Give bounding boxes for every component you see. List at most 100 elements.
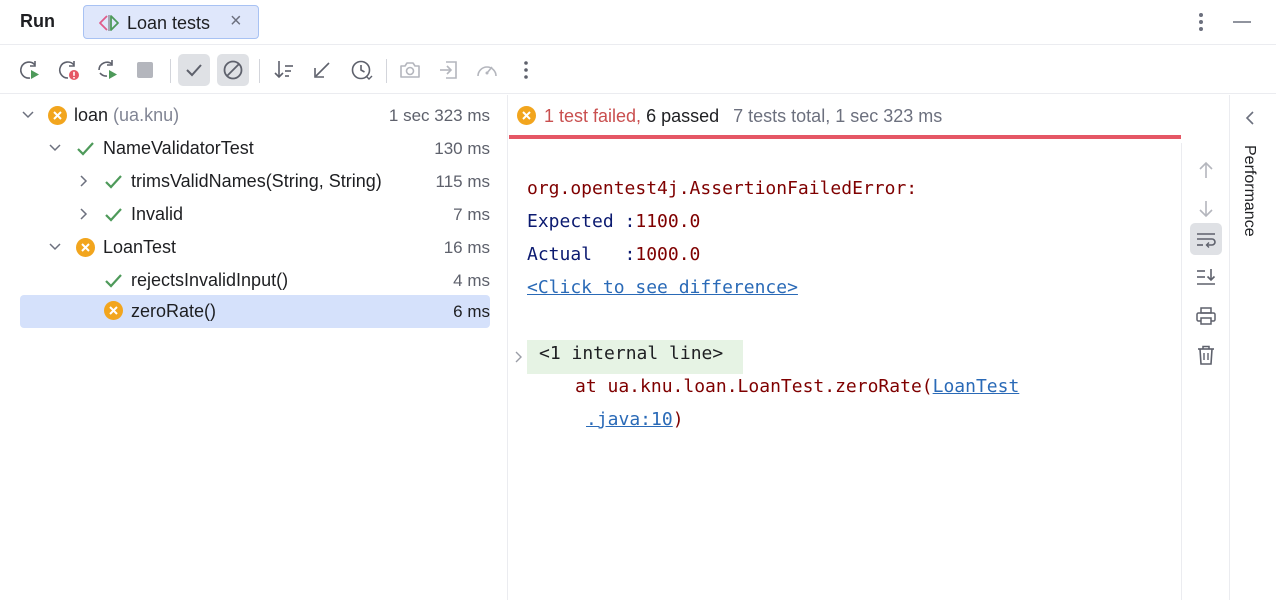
chevron-right-icon[interactable] <box>513 350 525 364</box>
duration: 7 ms <box>453 205 490 224</box>
show-ignored-button[interactable] <box>217 54 249 86</box>
toolbar-separator <box>170 59 171 83</box>
toggle-auto-test-button[interactable] <box>91 54 123 86</box>
scroll-to-end-icon <box>1197 269 1216 285</box>
tree-row-label: zeroRate() <box>131 301 217 321</box>
passed-count: 6 passed <box>646 106 720 126</box>
side-tool-strip: Performance <box>1229 95 1276 600</box>
checkmark-icon <box>186 64 202 77</box>
close-icon[interactable]: × <box>230 11 242 31</box>
failed-icon <box>48 106 67 125</box>
clear-all-button[interactable] <box>1190 339 1222 371</box>
chevron-right-icon[interactable] <box>75 173 91 189</box>
show-passed-button[interactable] <box>178 54 210 86</box>
duration: 6 ms <box>453 302 490 321</box>
tab-label: Loan tests <box>127 13 211 33</box>
chevron-down-icon[interactable] <box>20 107 36 123</box>
chevron-down-icon[interactable] <box>47 239 63 255</box>
toggle-auto-test-icon <box>98 60 117 79</box>
test-config-icon <box>99 15 119 31</box>
duration: 130 ms <box>434 139 490 158</box>
test-summary-text: 1 test failed, 6 passed 7 tests total, 1 … <box>544 106 942 127</box>
minimize-icon[interactable] <box>1230 12 1254 32</box>
print-icon <box>1196 307 1216 325</box>
more-toolbar-button[interactable] <box>510 54 542 86</box>
chevron-down-icon[interactable] <box>47 140 63 156</box>
duration: 4 ms <box>453 271 490 290</box>
history-icon <box>351 60 373 80</box>
tool-window-header: Run Loan tests × <box>0 0 1276 45</box>
failed-icon <box>76 238 95 257</box>
total-count: 7 tests total, 1 sec 323 ms <box>733 106 943 126</box>
test-output-panel: 1 test failed, 6 passed 7 tests total, 1 … <box>509 95 1229 600</box>
tree-row-trims-valid-names[interactable]: trimsValidNames(String, String) 115 ms <box>20 165 490 198</box>
duration: 16 ms <box>443 238 490 257</box>
click-to-see-difference-link[interactable]: <Click to see difference> <box>527 277 798 298</box>
rerun-icon <box>20 61 39 79</box>
arrow-up-icon <box>1199 161 1213 178</box>
collapse-icon <box>314 62 330 78</box>
chevron-left-icon[interactable] <box>1242 109 1258 127</box>
failed-icon <box>517 106 536 125</box>
print-button[interactable] <box>1190 300 1222 332</box>
stop-icon <box>137 62 153 78</box>
toolbar-separator <box>259 59 260 83</box>
passed-icon <box>105 208 122 222</box>
snapshot-button[interactable] <box>394 54 426 86</box>
tree-row-loan[interactable]: loan (ua.knu) 1 sec 323 ms <box>20 99 490 132</box>
camera-icon <box>400 62 420 78</box>
performance-button[interactable] <box>471 54 503 86</box>
tab-loan-tests[interactable]: Loan tests × <box>83 5 259 39</box>
trash-icon <box>1198 345 1214 365</box>
file-link[interactable]: LoanTest <box>933 376 1020 397</box>
passed-icon <box>105 274 122 288</box>
stack-frame-line: at ua.knu.loan.LoanTest.zeroRate(LoanTes… <box>575 376 1020 397</box>
previous-button[interactable] <box>1190 154 1222 186</box>
expected-line: Expected :1100.0 <box>527 211 701 232</box>
file-link[interactable]: .java:10 <box>586 409 673 430</box>
collapse-all-button[interactable] <box>306 54 338 86</box>
passed-icon <box>105 175 122 189</box>
rerun-button[interactable] <box>13 54 45 86</box>
chevron-right-icon[interactable] <box>75 206 91 222</box>
scroll-to-end-button[interactable] <box>1190 261 1222 293</box>
test-tree: loan (ua.knu) 1 sec 323 ms NameValidator… <box>0 95 508 600</box>
actual-line: Actual :1000.0 <box>527 244 701 265</box>
stack-frame-line-cont: .java:10) <box>586 409 684 430</box>
tree-row-zero-rate[interactable]: zeroRate() 6 ms <box>20 295 490 328</box>
arrow-down-icon <box>1199 201 1213 218</box>
tree-row-invalid[interactable]: Invalid 7 ms <box>20 198 490 231</box>
test-summary-bar: 1 test failed, 6 passed 7 tests total, 1 … <box>509 95 1181 139</box>
internal-line-text: <1 internal line> <box>539 343 724 364</box>
soft-wrap-icon <box>1197 233 1216 248</box>
failed-count: 1 test failed, <box>544 106 642 126</box>
tool-window-title: Run <box>20 11 55 31</box>
tree-row-label: loan (ua.knu) <box>74 105 180 125</box>
rerun-failed-button[interactable] <box>52 54 84 86</box>
soft-wrap-button[interactable] <box>1190 223 1222 255</box>
failed-icon <box>104 301 123 320</box>
performance-tab[interactable]: Performance <box>1240 145 1258 237</box>
error-class: org.opentest4j.AssertionFailedError: <box>527 178 918 199</box>
next-button[interactable] <box>1190 193 1222 225</box>
tree-row-rejects-invalid-input[interactable]: rejectsInvalidInput() 4 ms <box>20 264 490 297</box>
import-tests-button[interactable] <box>433 54 465 86</box>
tree-row-name-validator-test[interactable]: NameValidatorTest 130 ms <box>20 132 490 165</box>
tree-row-label: trimsValidNames(String, String) <box>131 171 382 191</box>
tree-row-label: rejectsInvalidInput() <box>131 270 289 290</box>
console-actions <box>1181 143 1229 600</box>
more-icon <box>524 61 528 79</box>
more-options-icon[interactable] <box>1191 10 1211 34</box>
duration: 1 sec 323 ms <box>388 106 490 125</box>
tree-row-label: NameValidatorTest <box>103 138 254 158</box>
duration: 115 ms <box>435 172 491 191</box>
tree-row-label: LoanTest <box>103 237 177 257</box>
stop-button[interactable] <box>129 54 161 86</box>
console-output[interactable]: org.opentest4j.AssertionFailedError: Exp… <box>509 143 1181 600</box>
toolbar <box>0 46 1276 94</box>
sort-button[interactable] <box>268 54 300 86</box>
performance-gauge-icon <box>477 66 497 77</box>
history-button[interactable] <box>345 54 377 86</box>
tree-row-loan-test[interactable]: LoanTest 16 ms <box>20 231 490 264</box>
import-icon <box>440 61 457 79</box>
